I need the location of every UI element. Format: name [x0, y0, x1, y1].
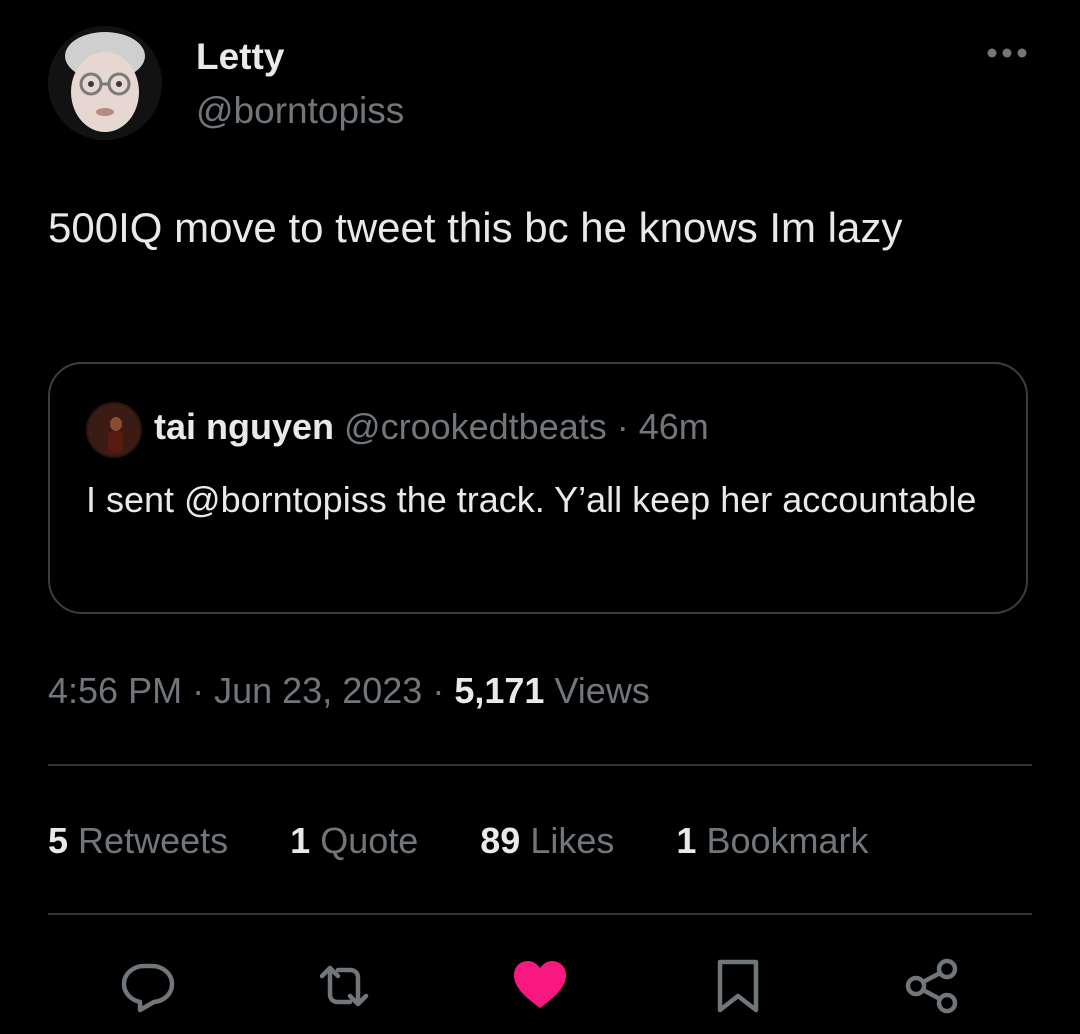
author-avatar[interactable] [48, 26, 162, 140]
heart-icon [514, 961, 566, 1008]
bookmarks-label: Bookmark [706, 820, 869, 861]
reply-button[interactable] [118, 956, 178, 1016]
tweet-date[interactable]: Jun 23, 2023 [214, 670, 422, 711]
quoted-author-handle: @crookedtbeats [344, 406, 607, 447]
quoted-author-name: tai nguyen [154, 406, 335, 447]
engagement-stats: 5 Retweets 1 Quote 89 Likes 1 Bookmark [48, 816, 921, 866]
quotes-stat[interactable]: 1 Quote [290, 816, 418, 866]
bookmarks-count: 1 [676, 820, 697, 861]
meta-separator: · [192, 670, 205, 711]
divider [48, 913, 1032, 915]
retweets-count: 5 [48, 820, 69, 861]
more-options-button[interactable] [984, 38, 1030, 68]
quoted-tweet-header: tai nguyen @crookedtbeats · 46m [154, 404, 709, 450]
quoted-tweet-text: I sent @borntopiss the track. Y’all keep… [86, 479, 977, 520]
bookmark-button[interactable] [708, 956, 768, 1016]
author-display-name[interactable]: Letty [196, 36, 284, 78]
retweets-label: Retweets [78, 820, 229, 861]
like-button[interactable] [510, 956, 570, 1016]
quoted-separator: · [616, 406, 629, 447]
quoted-author-avatar [86, 402, 142, 458]
quotes-label: Quote [320, 820, 419, 861]
retweets-stat[interactable]: 5 Retweets [48, 816, 228, 866]
likes-stat[interactable]: 89 Likes [480, 816, 614, 866]
more-horizontal-icon [987, 48, 1027, 58]
quotes-count: 1 [290, 820, 311, 861]
share-icon [905, 958, 958, 1014]
views-count: 5,171 [454, 670, 545, 711]
retweet-icon [319, 965, 369, 1007]
quoted-tweet-card[interactable]: tai nguyen @crookedtbeats · 46m I sent @… [48, 362, 1028, 614]
author-handle[interactable]: @borntopiss [196, 90, 404, 132]
bookmarks-stat[interactable]: 1 Bookmark [676, 816, 868, 866]
reply-icon [121, 963, 175, 1013]
retweet-button[interactable] [314, 956, 374, 1016]
likes-count: 89 [480, 820, 521, 861]
quoted-tweet-age: 46m [638, 406, 709, 447]
tweet-time[interactable]: 4:56 PM [48, 670, 182, 711]
bookmark-icon [717, 959, 759, 1013]
views-label: Views [554, 670, 650, 711]
likes-label: Likes [530, 820, 615, 861]
tweet-text: 500IQ move to tweet this bc he knows Im … [48, 204, 903, 251]
tweet-meta-row: 4:56 PM · Jun 23, 2023 · 5,171 Views [48, 666, 650, 716]
share-button[interactable] [902, 956, 962, 1016]
divider [48, 764, 1032, 766]
meta-separator: · [432, 670, 445, 711]
